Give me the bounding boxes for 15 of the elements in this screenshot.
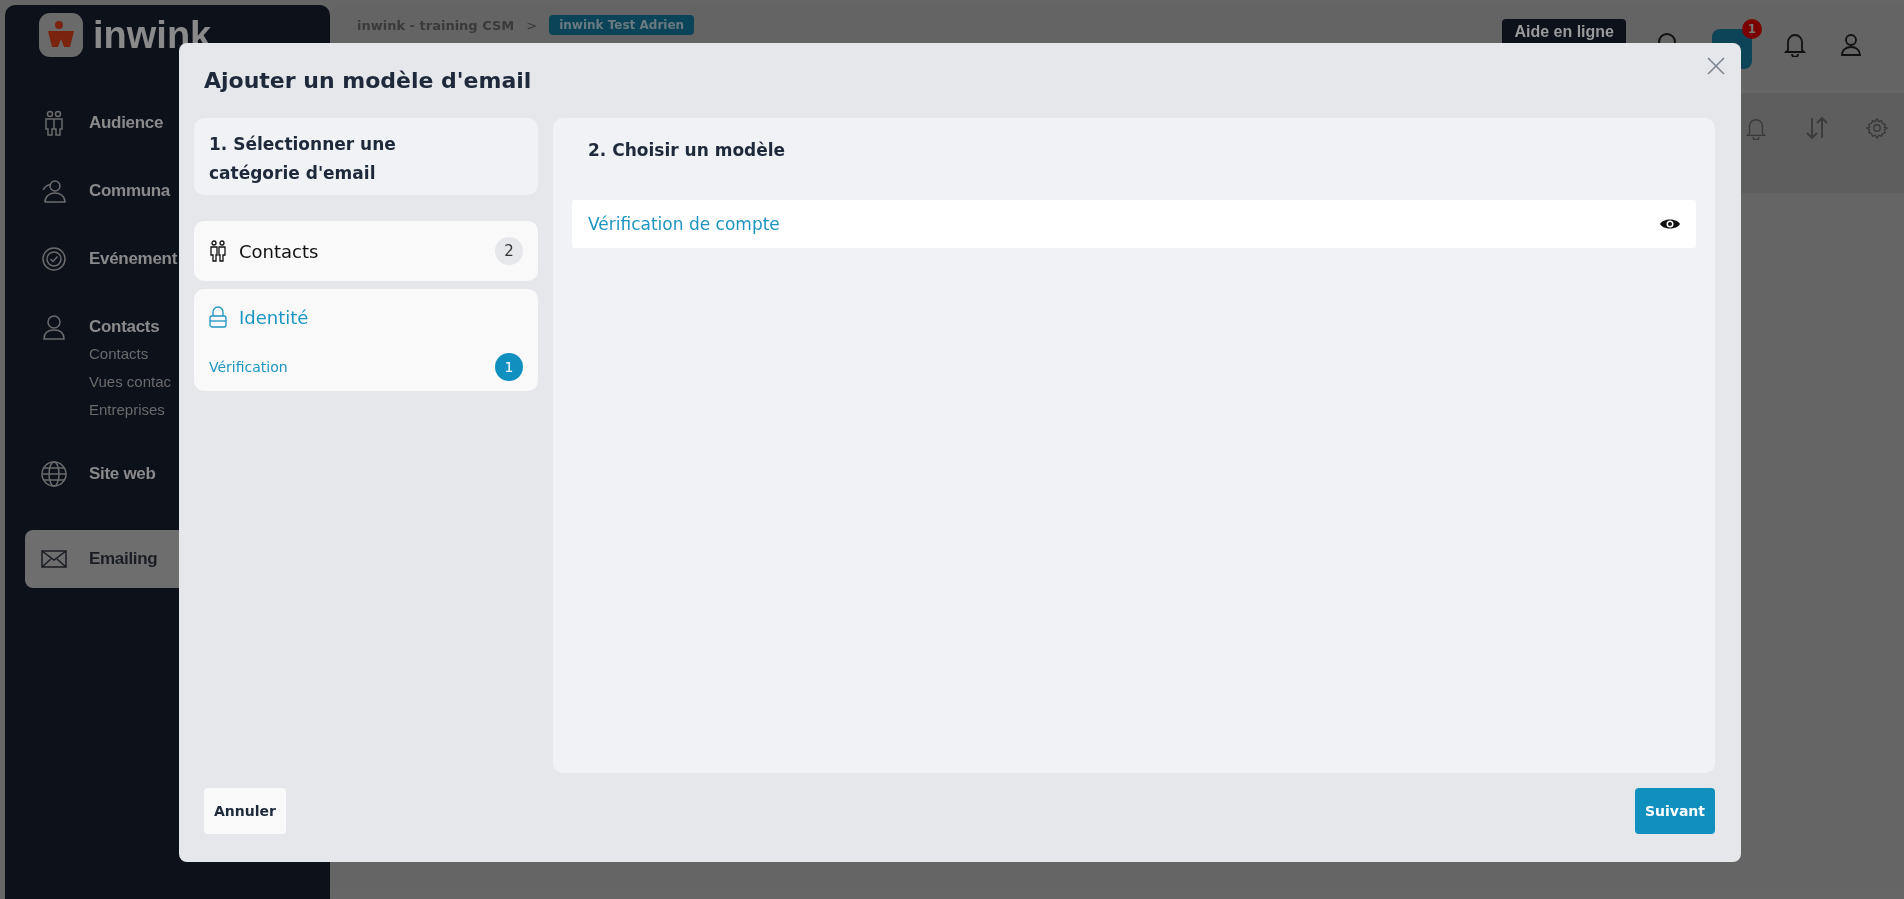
- cancel-button[interactable]: Annuler: [204, 787, 286, 834]
- nav-item[interactable]: Site web: [25, 454, 310, 494]
- category-card[interactable]: Identité Vérification 1: [194, 289, 538, 391]
- category-card[interactable]: Contacts 2: [194, 221, 538, 281]
- category-item[interactable]: Vérification 1: [209, 345, 523, 389]
- notification-badge: 1: [1742, 19, 1762, 39]
- breadcrumb-separator: >: [526, 17, 538, 33]
- template-row[interactable]: Vérification de compte: [572, 200, 1696, 248]
- step-title: 1. Sélectionner une catégorie d'email: [209, 133, 397, 185]
- count-badge: 1: [495, 353, 523, 381]
- next-button[interactable]: Suivant: [1634, 787, 1715, 834]
- count-badge: 2: [495, 237, 523, 265]
- step-title: 2. Choisir un modèle: [587, 140, 787, 162]
- modal-title: Ajouter un modèle d'email: [204, 68, 532, 93]
- template-name[interactable]: Vérification de compte: [588, 214, 780, 234]
